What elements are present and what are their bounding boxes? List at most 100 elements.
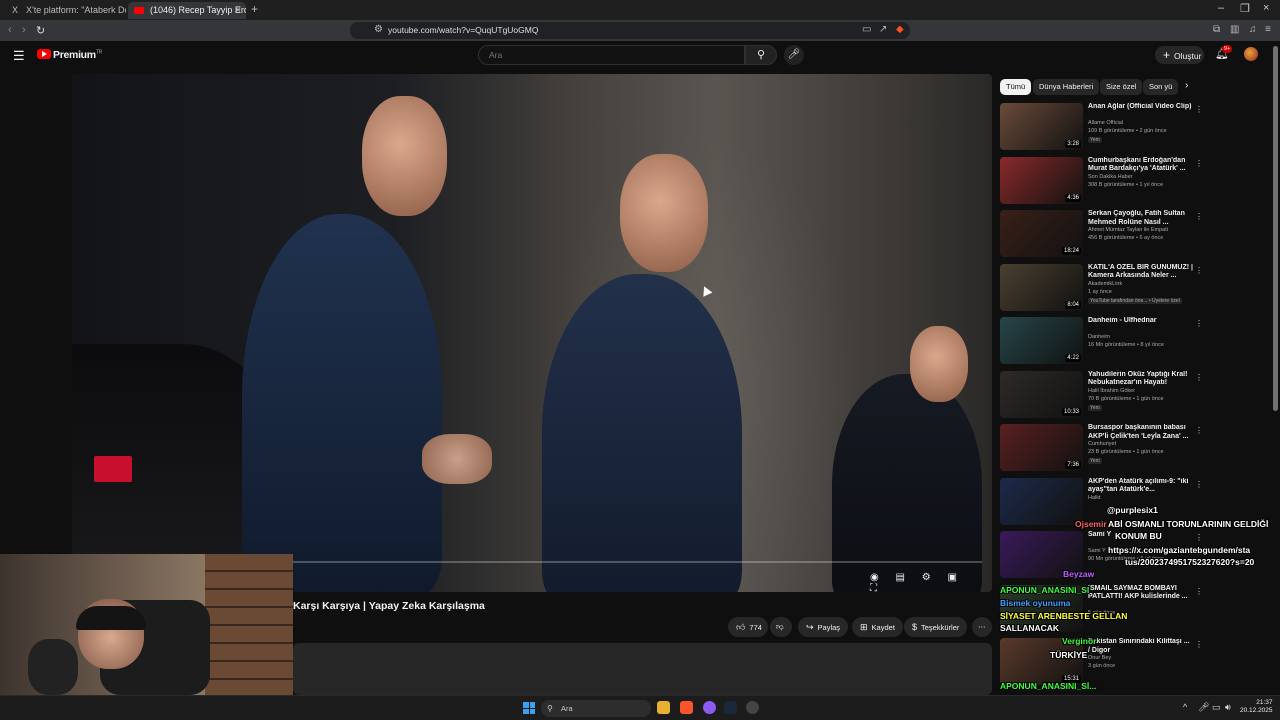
voice-search-button[interactable]: 🎤︎	[784, 45, 804, 65]
forward-icon[interactable]: ›	[22, 24, 26, 36]
url-text[interactable]: youtube.com/watch?v=QuqUTgUoGMQ	[388, 23, 538, 38]
channel-name[interactable]: Halil İbrahim Göker	[1088, 388, 1135, 394]
recommendation-title[interactable]: Yahudilerin Öküz Yaptığı Kral! Nebukatne…	[1088, 371, 1193, 388]
menu-icon[interactable]: ☰	[13, 48, 25, 64]
video-player[interactable]: ◉ ▤ ⚙ ▣ ⛶	[72, 74, 992, 592]
browser-tab-youtube[interactable]: (1046) Recep Tayyip Erdoğan ile ×	[128, 2, 246, 19]
search-button[interactable]: ⚲	[745, 45, 777, 65]
recommendation-item[interactable]: 4:22 Danheim - Ulfhednar Danheim 16 Mn görü…	[1000, 317, 1203, 367]
thanks-button[interactable]: $ Teşekkürler	[904, 617, 968, 637]
like-button[interactable]: 👍︎ 774	[728, 617, 768, 637]
more-vert-icon[interactable]: ⋮	[1195, 266, 1203, 275]
more-vert-icon[interactable]: ⋮	[1195, 426, 1203, 435]
channel-name[interactable]: Danheim	[1088, 334, 1110, 340]
more-vert-icon[interactable]: ⋮	[1195, 533, 1203, 542]
more-vert-icon[interactable]: ⋮	[1195, 105, 1203, 114]
share-button[interactable]: ↪ Paylaş	[798, 617, 849, 637]
channel-name[interactable]: AkademikLink	[1088, 281, 1122, 287]
video-thumbnail[interactable]: 7:36	[1000, 424, 1083, 471]
recommendation-title[interactable]: Bursaspor başkanının babası AKP'li Çelik…	[1088, 424, 1193, 441]
recommendation-title[interactable]: AKP'den Atatürk açılımı-9: "iki ayaş"tan…	[1088, 478, 1193, 495]
chip-recent[interactable]: Son yü	[1143, 79, 1179, 95]
video-progress-bar[interactable]	[292, 561, 982, 563]
browser-menu-icon[interactable]: ≡	[1265, 24, 1271, 35]
brave-browser-icon[interactable]	[680, 701, 693, 714]
chevron-right-icon[interactable]: ›	[1185, 80, 1188, 91]
recommendation-item[interactable]: 7:36 Bursaspor başkanının babası AKP'li Ç…	[1000, 424, 1203, 474]
recommendation-title[interactable]: Anan Ağlar (Official Video Clip)	[1088, 103, 1193, 112]
windows-start-icon[interactable]	[523, 702, 535, 714]
chip-all[interactable]: Tümü	[1000, 79, 1032, 95]
reload-icon[interactable]: ↻	[36, 24, 45, 37]
site-info-icon[interactable]: ⚙	[374, 24, 383, 35]
recommendation-item[interactable]: 10:33 Yahudilerin Öküz Yaptığı Kral! Nebu…	[1000, 370, 1203, 421]
video-thumbnail[interactable]: 3:28	[1000, 103, 1083, 150]
maximize-icon[interactable]: ❐	[1240, 2, 1250, 15]
youtube-brand[interactable]: PremiumTR	[53, 49, 102, 61]
brave-shield-icon[interactable]: ◆	[896, 24, 904, 35]
channel-name[interactable]: Son Dakika Haber	[1088, 174, 1133, 180]
recommendation-title[interactable]: Cumhurbaşkanı Erdoğan'dan Murat Bardakçı…	[1088, 157, 1193, 174]
avatar[interactable]	[1244, 47, 1258, 61]
more-vert-icon[interactable]: ⋮	[1195, 640, 1203, 649]
dislike-button[interactable]: 👎︎	[770, 617, 792, 637]
description-box[interactable]	[293, 643, 992, 695]
channel-name[interactable]: Cumhuriyet	[1088, 441, 1116, 447]
recommendation-item[interactable]: Sami Y Sami Y 90 Mn görüntüleme • 6 yıl ön…	[1000, 531, 1203, 581]
video-thumbnail[interactable]: 4:36	[1000, 156, 1083, 204]
obs-icon[interactable]	[746, 701, 759, 714]
subtitles-icon[interactable]: ▤	[896, 572, 905, 583]
network-icon[interactable]: ▭	[1212, 702, 1221, 713]
more-vert-icon[interactable]: ⋮	[1195, 212, 1203, 221]
channel-name[interactable]: Halkt	[1088, 495, 1101, 501]
browser-tab-x[interactable]: X X'te platform: "Ataberk Doğan ve Tel	[4, 2, 126, 19]
recommendation-item[interactable]: 8:04 KATIL'A ÖZEL BİR GÜNÜMÜZ! | Kamera A…	[1000, 263, 1203, 314]
recommendation-title[interactable]: Serkan Çayoğlu, Fatih Sultan Mehmed Rolü…	[1088, 210, 1193, 227]
sidebar-toggle-icon[interactable]: ▥	[1230, 24, 1239, 35]
search-input[interactable]	[487, 48, 727, 62]
more-vert-icon[interactable]: ⋮	[1195, 159, 1203, 168]
discord-icon[interactable]	[703, 701, 716, 714]
channel-name[interactable]: Ahmet Mümtaz Taylan ile Empati	[1088, 227, 1168, 233]
recommendation-item[interactable]: 4:36 Cumhurbaşkanı Erdoğan'dan Murat Bard…	[1000, 156, 1203, 207]
channel-name[interactable]: Onur Bey	[1088, 655, 1111, 661]
more-vert-icon[interactable]: ⋮	[1195, 587, 1203, 596]
channel-name[interactable]: Sami Y	[1088, 548, 1106, 554]
miniplayer-icon[interactable]: ▣	[948, 572, 957, 583]
mic-tray-icon[interactable]: 🎤︎	[1198, 702, 1209, 713]
share-page-icon[interactable]: ↗	[879, 24, 887, 35]
more-vert-icon[interactable]: ⋮	[1195, 319, 1203, 328]
youtube-logo-icon[interactable]	[37, 49, 51, 59]
recommendation-title[interactable]: KATIL'A ÖZEL BİR GÜNÜMÜZ! | Kamera Arkas…	[1088, 264, 1193, 281]
video-thumbnail[interactable]: 10:33	[1000, 370, 1083, 418]
save-button[interactable]: ⊞ Kaydet	[852, 617, 903, 637]
settings-gear-icon[interactable]: ⚙	[922, 572, 931, 583]
taskbar-search[interactable]: ⚲ Ara	[541, 700, 651, 717]
autoplay-toggle-icon[interactable]: ◉	[870, 572, 879, 583]
window-close-icon[interactable]: ×	[1263, 2, 1269, 14]
recommendation-item[interactable]: 3:28 Anan Ağlar (Official Video Clip) Alla…	[1000, 103, 1203, 153]
more-vert-icon[interactable]: ⋮	[1195, 373, 1203, 382]
media-icon[interactable]: ♫	[1249, 24, 1257, 35]
video-thumbnail[interactable]	[1000, 477, 1083, 525]
page-scrollbar[interactable]	[1273, 46, 1278, 411]
back-icon[interactable]: ‹	[8, 24, 12, 36]
volume-icon[interactable]: 🔊︎	[1225, 702, 1231, 713]
chip-for-you[interactable]: Size özel	[1100, 79, 1143, 95]
channel-name[interactable]: Allame Official	[1088, 120, 1123, 126]
video-thumbnail[interactable]: 4:22	[1000, 317, 1083, 364]
steam-icon[interactable]	[724, 701, 737, 714]
minimize-icon[interactable]: –	[1218, 2, 1224, 14]
system-clock[interactable]: 21:37 20.12.2025	[1240, 699, 1273, 715]
recommendation-item[interactable]: 18:24 Serkan Çayoğlu, Fatih Sultan Mehmed…	[1000, 210, 1203, 260]
video-thumbnail[interactable]: 18:24	[1000, 210, 1083, 257]
recommendation-title[interactable]: Pakistan Sınırındaki Kilittaşı ... / Dig…	[1088, 638, 1193, 655]
recommendation-title[interactable]: İSMAİL SAYMAZ BOMBAYI PATLATTI! AKP kuli…	[1088, 585, 1193, 602]
video-thumbnail[interactable]: 8:04	[1000, 263, 1083, 311]
new-tab-button[interactable]: +	[251, 2, 258, 16]
recommendation-title[interactable]: Danheim - Ulfhednar	[1088, 317, 1193, 326]
file-explorer-icon[interactable]	[657, 701, 670, 714]
more-actions-button[interactable]: ⋯	[972, 617, 992, 637]
tab-close-icon[interactable]: ×	[235, 2, 241, 19]
chip-world-news[interactable]: Dünya Haberleri	[1033, 79, 1100, 95]
